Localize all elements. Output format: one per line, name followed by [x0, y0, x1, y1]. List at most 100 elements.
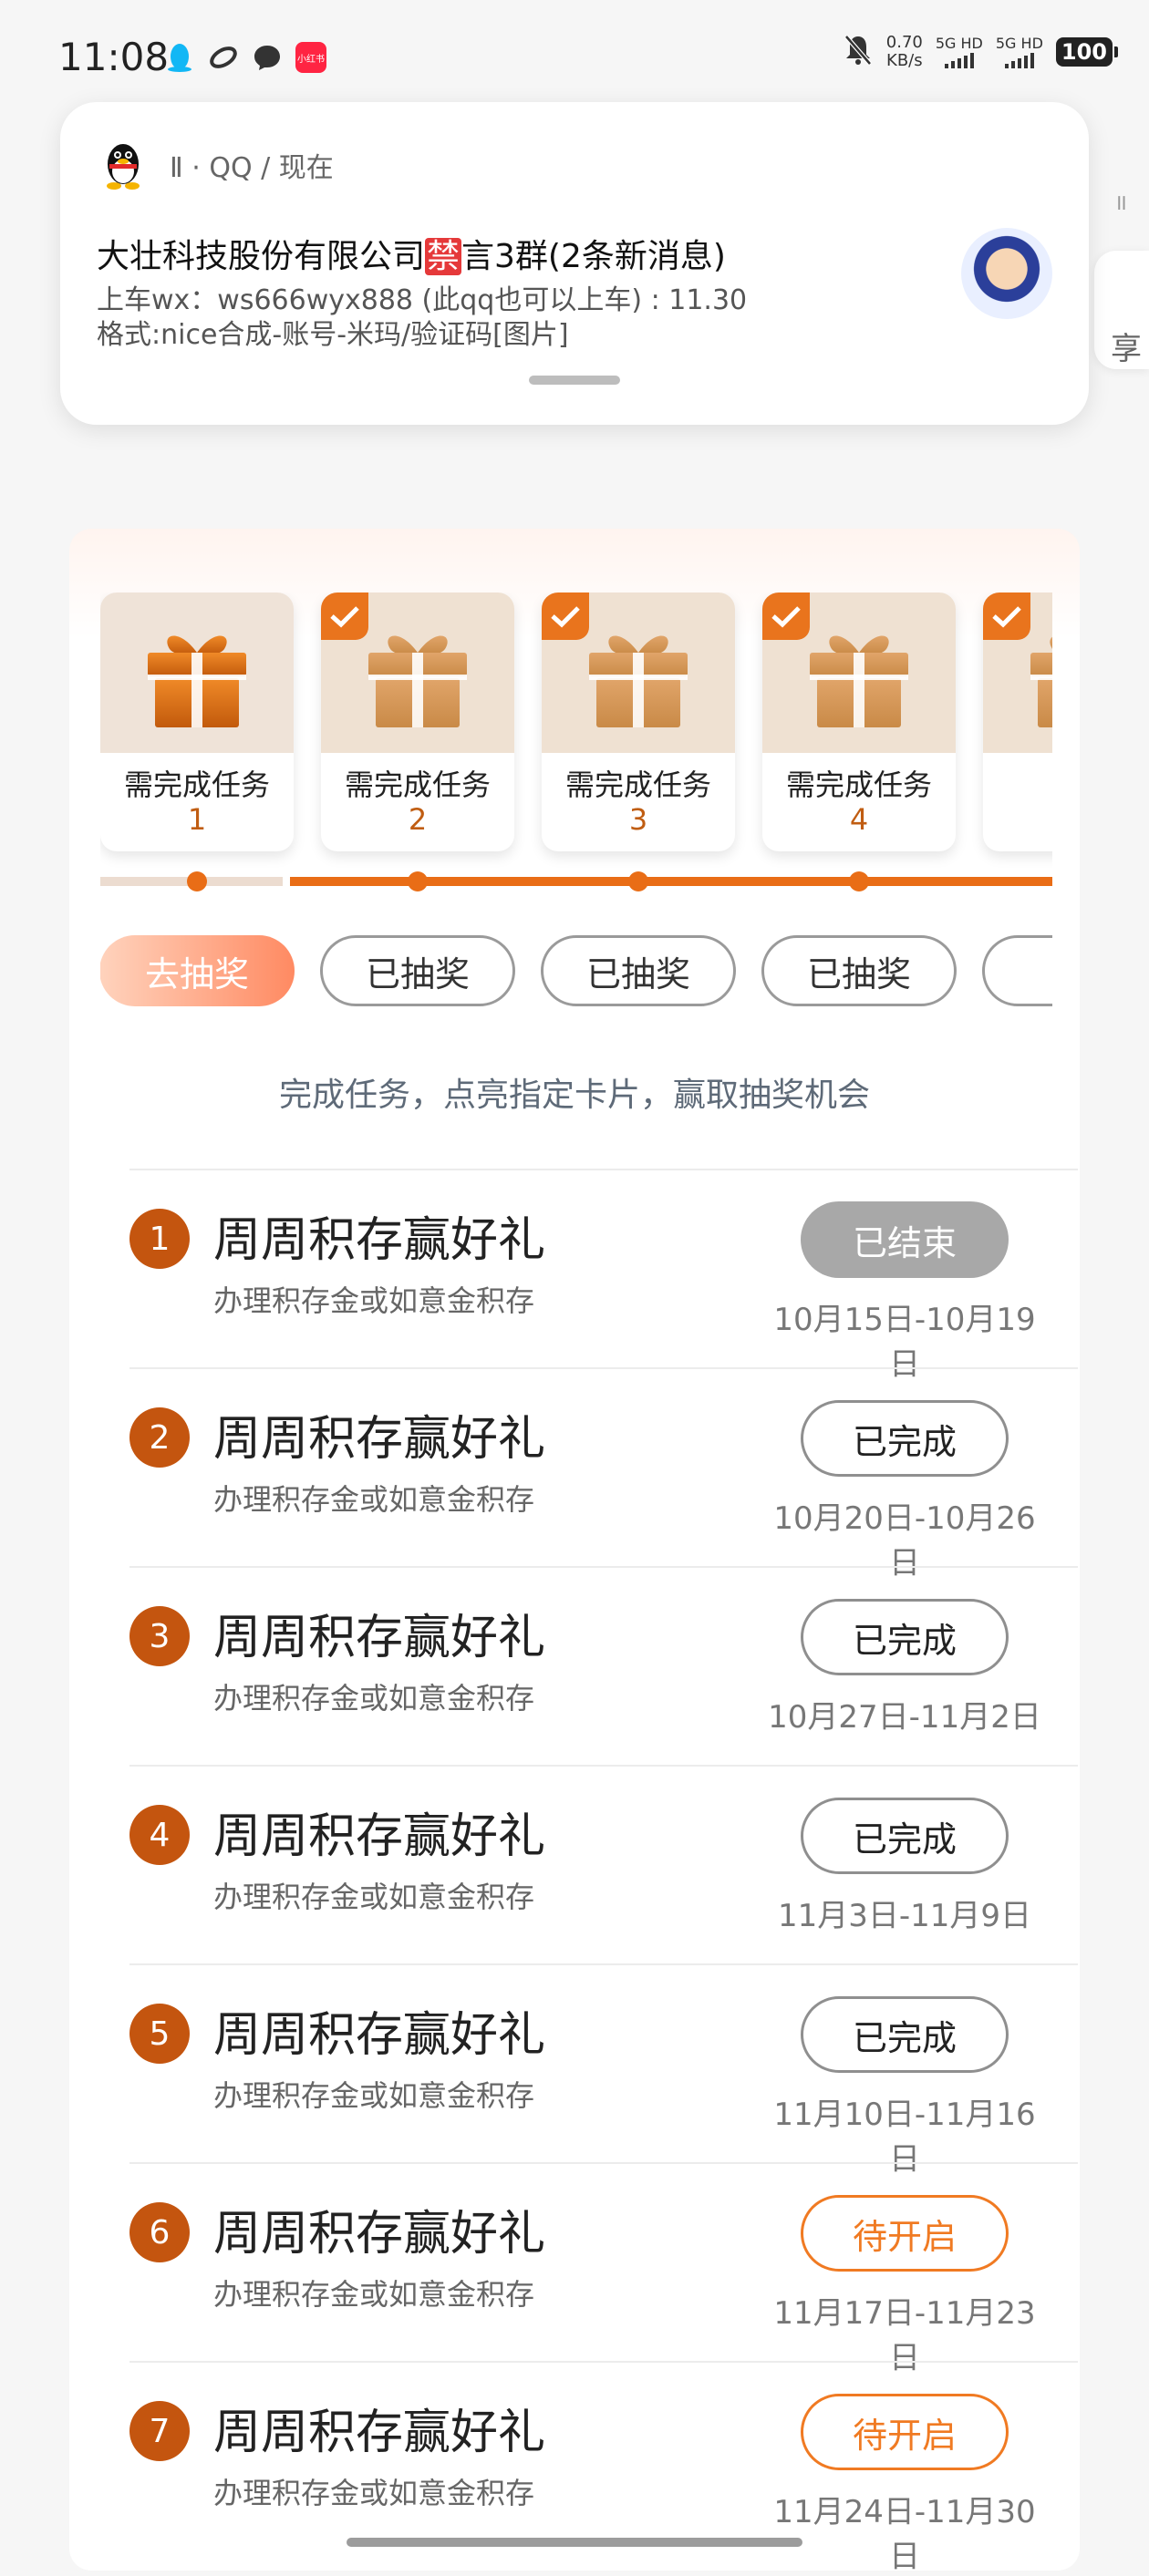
task-description: 办理积存金或如意金积存	[213, 2277, 535, 2312]
task-title: 周周积存赢好礼	[213, 2406, 546, 2460]
task-number-badge: 7	[129, 2401, 190, 2461]
task-status-button[interactable]: 已完成	[801, 1996, 1009, 2073]
task-row: 3 周周积存赢好礼办理积存金或如意金积存 已完成 10月27日-11月2日	[129, 1566, 1078, 1767]
signal-sim1: 5G HD	[936, 36, 983, 68]
task-title: 周周积存赢好礼	[213, 1412, 546, 1467]
chat-bubble-icon	[252, 42, 283, 73]
notification-title-badge: 禁	[425, 238, 462, 275]
task-status-button[interactable]: 已完成	[801, 1798, 1009, 1874]
instruction-text: 完成任务，点亮指定卡片，赢取抽奖机会	[278, 1077, 870, 1114]
task-status-button[interactable]: 已完成	[801, 1400, 1009, 1477]
gift-card-label: 需完	[983, 762, 1052, 804]
status-bar: 11:08 小红书 0.70 KB/s 5G HD 5G HD 100	[0, 0, 1149, 118]
task-title: 周周积存赢好礼	[213, 2008, 546, 2063]
gift-card-label: 需完成任务	[564, 768, 711, 802]
progress-node	[408, 871, 428, 891]
notification-drag-handle[interactable]	[529, 376, 620, 385]
task-title: 周周积存赢好礼	[213, 2207, 546, 2262]
gift-card[interactable]: 需完成任务 2	[321, 592, 514, 851]
notification-app-name: Ⅱ · QQ / 现在	[170, 152, 334, 184]
task-title: 周周积存赢好礼	[213, 1213, 546, 1268]
gift-box-icon	[363, 622, 472, 729]
task-description: 办理积存金或如意金积存	[213, 1482, 535, 1517]
gift-box-icon	[1025, 622, 1052, 729]
checkmark-icon	[762, 592, 810, 640]
task-date-range: 11月24日-11月30日	[773, 2494, 1036, 2575]
notification-title: 大壮科技股份有限公司禁言3群(2条新消息)	[97, 238, 726, 275]
task-row: 7 周周积存赢好礼办理积存金或如意金积存 待开启 11月24日-11月30日	[129, 2361, 1078, 2575]
task-row: 1 周周积存赢好礼 办理积存金或如意金积存 已结束 10月15日-10月19日	[129, 1169, 1078, 1383]
task-number-badge: 6	[129, 2202, 190, 2262]
task-status-button[interactable]: 已完成	[801, 1599, 1009, 1675]
task-description: 办理积存金或如意金积存	[213, 1681, 535, 1716]
progress-track-filled	[290, 877, 1052, 886]
network-speed: 0.70 KB/s	[885, 33, 923, 70]
gift-card-task-count: 3	[628, 802, 648, 837]
task-status-button[interactable]: 待开启	[801, 2394, 1009, 2470]
already-drawn-button[interactable]: 已抽奖	[541, 935, 736, 1006]
checkmark-icon	[321, 592, 368, 640]
sender-avatar	[961, 228, 1052, 319]
task-title: 周周积存赢好礼	[213, 1809, 546, 1864]
background-share-label: 享	[1111, 331, 1142, 367]
gift-card[interactable]: 需完成任务 4	[762, 592, 956, 851]
gift-box-icon	[804, 622, 914, 729]
gift-card-label: 需完成任务	[344, 768, 491, 802]
gift-card-label: 需完成任务	[123, 768, 270, 802]
background-menu-glyph: ॥	[1113, 190, 1127, 215]
task-date-range: 10月27日-11月2日	[768, 1699, 1041, 1736]
gift-card-task-count: 2	[408, 802, 428, 837]
notification-message-line: 格式:nice合成-账号-米玛/验证码[图片]	[97, 319, 569, 351]
signal-sim2: 5G HD	[996, 36, 1043, 68]
battery-indicator: 100	[1055, 37, 1119, 67]
link-icon	[208, 42, 239, 73]
task-number-badge: 2	[129, 1407, 190, 1468]
activity-card: 需完成任务1需完成任务2需完成任务3需完成任务4需完 去抽奖已抽奖已抽奖已抽奖已…	[69, 529, 1080, 2575]
checkmark-icon	[983, 592, 1030, 640]
task-number-badge: 1	[129, 1209, 190, 1269]
qq-notification[interactable]: Ⅱ · QQ / 现在 大壮科技股份有限公司禁言3群(2条新消息) 上车wx：w…	[60, 102, 1089, 425]
task-title: 周周积存赢好礼	[213, 1611, 546, 1665]
task-description: 办理积存金或如意金积存	[213, 2078, 535, 2113]
gift-card[interactable]: 需完	[983, 592, 1052, 851]
task-row: 5 周周积存赢好礼 办理积存金或如意金积存 已完成 11月10日-11月16日	[129, 1963, 1078, 2178]
already-drawn-button[interactable]: 已抽奖	[320, 935, 515, 1006]
gift-box-icon	[584, 622, 693, 729]
task-status-button[interactable]: 待开启	[801, 2195, 1009, 2272]
task-number-badge: 5	[129, 2004, 190, 2064]
progress-node	[187, 871, 207, 891]
task-number-badge: 3	[129, 1606, 190, 1666]
task-row: 6 周周积存赢好礼 办理积存金或如意金积存 待开启 11月17日-11月23日	[129, 2162, 1078, 2376]
progress-node	[849, 871, 869, 891]
task-date-range: 11月3日-11月9日	[777, 1898, 1032, 1934]
gift-card-task-count: 1	[187, 802, 207, 837]
task-description: 办理积存金或如意金积存	[213, 2476, 535, 2510]
task-description: 办理积存金或如意金积存	[213, 1880, 535, 1914]
gift-box-icon	[142, 622, 252, 729]
signal-bars-icon	[996, 52, 1043, 68]
home-indicator[interactable]	[347, 2538, 802, 2547]
already-drawn-button[interactable]: 已	[982, 935, 1052, 1006]
task-row: 2 周周积存赢好礼 办理积存金或如意金积存 已完成 10月20日-10月26日	[129, 1367, 1078, 1582]
gift-card-task-count: 4	[849, 802, 869, 837]
mute-bell-icon	[843, 33, 874, 71]
notification-header: Ⅱ · QQ / 现在	[97, 139, 334, 191]
gift-card-carousel[interactable]: 需完成任务1需完成任务2需完成任务3需完成任务4需完 去抽奖已抽奖已抽奖已抽奖已	[100, 592, 1052, 1030]
gift-card-image	[100, 592, 294, 753]
gift-card[interactable]: 需完成任务 3	[542, 592, 735, 851]
task-status-button[interactable]: 已结束	[801, 1201, 1009, 1278]
task-number-badge: 4	[129, 1805, 190, 1865]
checkmark-icon	[542, 592, 589, 640]
clock: 11:08	[58, 35, 170, 79]
go-draw-button[interactable]: 去抽奖	[100, 935, 295, 1006]
task-row: 4 周周积存赢好礼办理积存金或如意金积存 已完成 11月3日-11月9日	[129, 1765, 1078, 1965]
qq-penguin-icon	[164, 42, 195, 73]
signal-bars-icon	[936, 52, 983, 68]
progress-node	[628, 871, 648, 891]
gift-card-label: 需完成任务	[785, 768, 932, 802]
task-description: 办理积存金或如意金积存	[213, 1283, 535, 1318]
xiaohongshu-icon: 小红书	[295, 42, 326, 73]
gift-card[interactable]: 需完成任务 1	[100, 592, 294, 851]
already-drawn-button[interactable]: 已抽奖	[761, 935, 957, 1006]
qq-app-icon	[97, 139, 150, 191]
